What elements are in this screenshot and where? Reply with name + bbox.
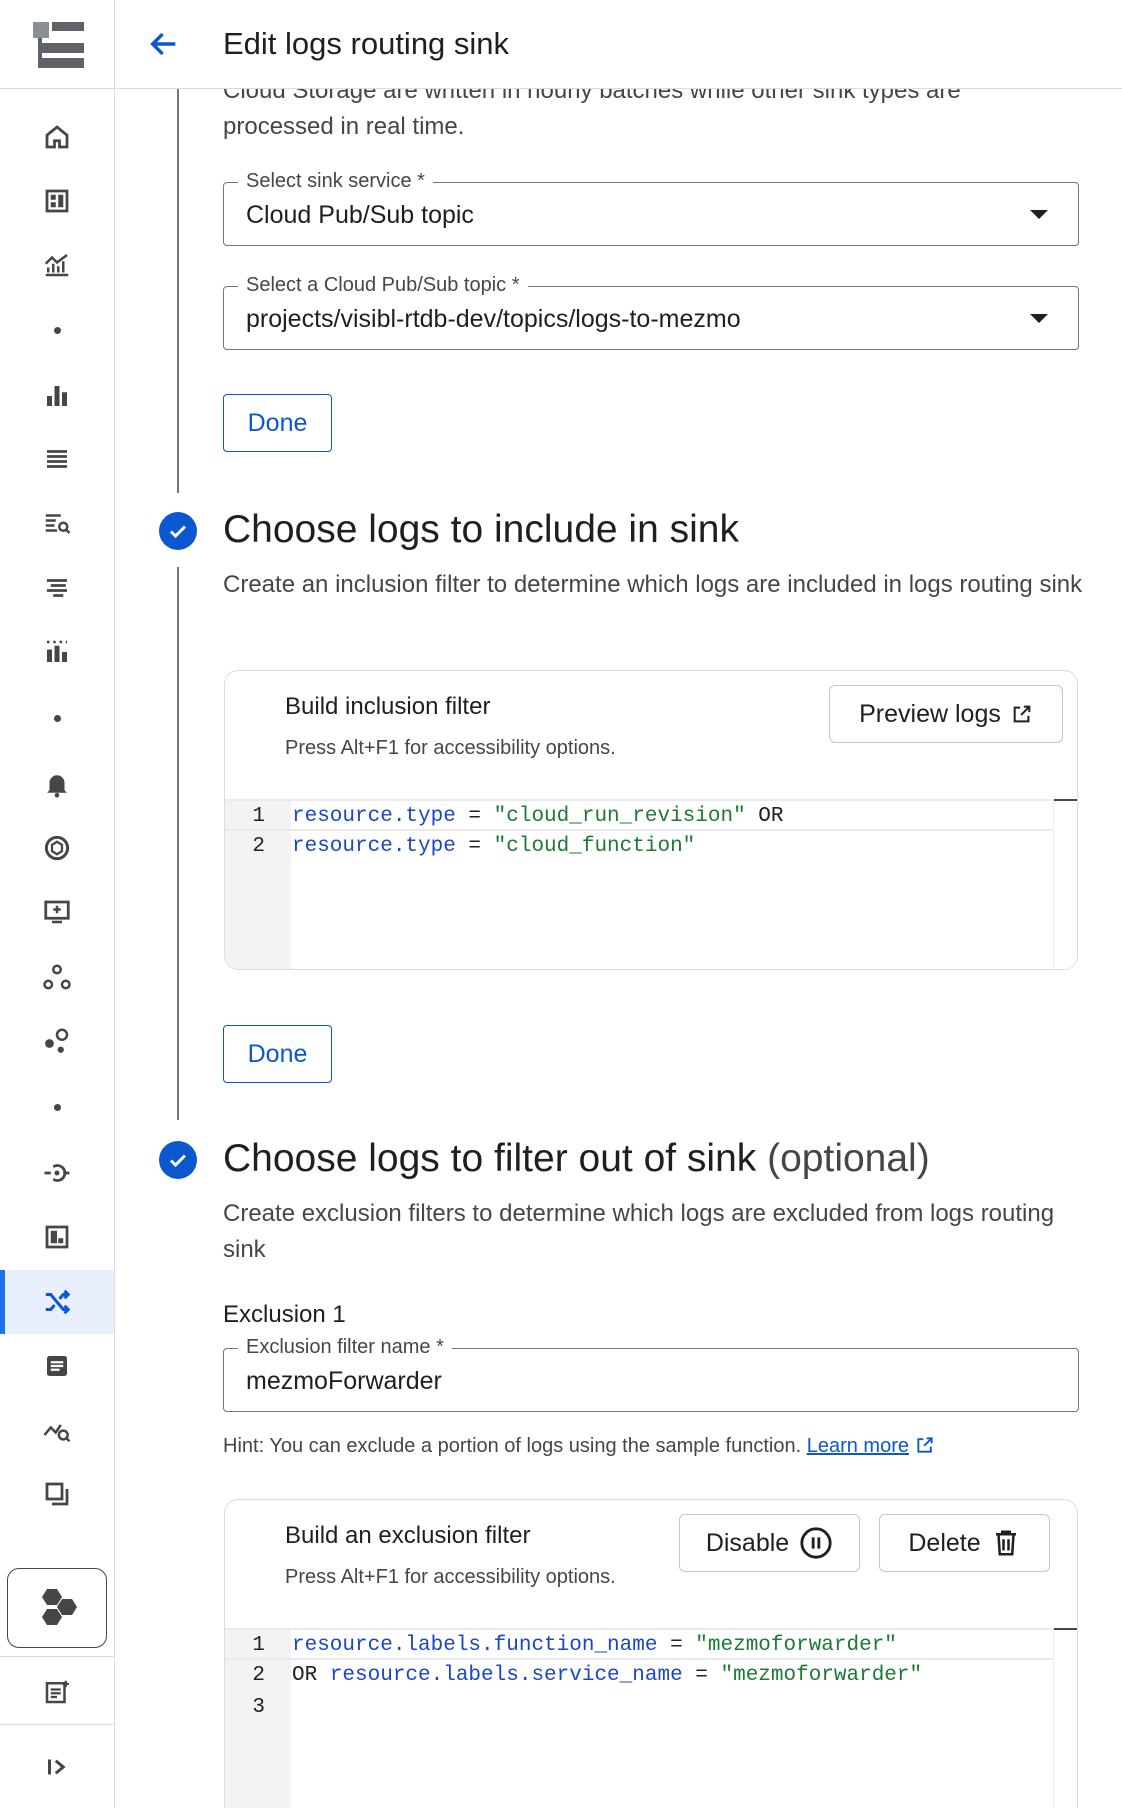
monitor-icon[interactable]	[0, 880, 114, 944]
nodes-icon[interactable]	[0, 945, 114, 1009]
logs-list-icon[interactable]	[0, 427, 114, 491]
pubsub-topic-select[interactable]: Select a Cloud Pub/Sub topic * projects/…	[223, 273, 1079, 350]
open-in-new-icon[interactable]	[915, 1435, 935, 1455]
log-router-icon[interactable]	[0, 1270, 114, 1334]
rail-divider	[0, 1724, 115, 1725]
step-complete-check-icon	[159, 1141, 197, 1179]
product-menu-icon[interactable]	[0, 0, 115, 89]
exclusion-name-field[interactable]: Exclusion filter name * mezmoForwarder	[223, 1335, 1079, 1412]
exclusion-hint: Hint: You can exclude a portion of logs …	[223, 1435, 935, 1458]
sink-service-select[interactable]: Select sink service * Cloud Pub/Sub topi…	[223, 169, 1079, 246]
analytics-icon[interactable]	[0, 1398, 114, 1462]
code-line: 3	[252, 1696, 265, 1719]
open-in-new-icon	[1013, 705, 1031, 723]
trash-icon	[995, 1530, 1016, 1556]
exclusion-name-label: Exclusion filter name *	[238, 1335, 452, 1359]
preview-logs-button[interactable]: Preview logs	[829, 685, 1063, 743]
metrics-icon[interactable]	[0, 233, 114, 297]
code-line: 2 OR resource.labels.service_name = "mez…	[252, 1664, 923, 1687]
api-icon[interactable]	[0, 1141, 114, 1205]
inclusion-done-button[interactable]: Done	[223, 1025, 332, 1083]
code-line: 1 resource.labels.function_name = "mezmo…	[225, 1628, 1077, 1660]
code-line: 2 resource.type = "cloud_function"	[252, 835, 696, 858]
delete-label: Delete	[908, 1528, 981, 1557]
expand-icon[interactable]	[0, 1735, 114, 1799]
exclusion-name-value: mezmoForwarder	[246, 1367, 442, 1395]
copy-icon[interactable]	[0, 1462, 114, 1526]
learn-more-link[interactable]: Learn more	[807, 1435, 909, 1457]
sink-service-value: Cloud Pub/Sub topic	[246, 201, 474, 229]
graph-icon[interactable]	[0, 1009, 114, 1073]
inclusion-code-editor[interactable]: 1 resource.type = "cloud_run_revision" O…	[225, 799, 1077, 969]
separator-dot	[54, 327, 61, 334]
page-title: Edit logs routing sink	[223, 26, 510, 61]
exclusion-section-label: Exclusion 1	[223, 1301, 346, 1328]
sink-destination-description: Cloud Storage are written in hourly batc…	[223, 89, 961, 140]
inclusion-step-title: Choose logs to include in sink	[223, 508, 739, 551]
delete-filter-button[interactable]: Delete	[879, 1514, 1050, 1572]
page-header: Edit logs routing sink	[116, 0, 1122, 89]
dropdown-arrow-icon	[1030, 314, 1048, 323]
optional-tag: (optional)	[767, 1137, 930, 1180]
editor-scrollbar[interactable]	[1053, 1628, 1077, 1808]
destination-done-button[interactable]: Done	[223, 394, 332, 452]
exclusion-filter-title: Build an exclusion filter	[285, 1522, 531, 1549]
grid-chart-icon[interactable]	[0, 620, 114, 684]
exclusion-code-editor[interactable]: 1 resource.labels.function_name = "mezmo…	[225, 1628, 1077, 1808]
pubsub-topic-value: projects/visibl-rtdb-dev/topics/logs-to-…	[246, 305, 741, 333]
security-icon[interactable]	[0, 816, 114, 880]
log-search-icon[interactable]	[0, 491, 114, 555]
separator-dot	[54, 715, 61, 722]
accessibility-hint: Press Alt+F1 for accessibility options.	[285, 1566, 616, 1588]
sink-service-label: Select sink service *	[238, 169, 433, 193]
exclusion-step-title: Choose logs to filter out of sink (optio…	[223, 1137, 930, 1180]
editor-scrollbar[interactable]	[1053, 799, 1077, 969]
step-connector	[177, 567, 179, 1120]
pubsub-topic-label: Select a Cloud Pub/Sub topic *	[238, 273, 528, 297]
code-line: 1 resource.type = "cloud_run_revision" O…	[225, 799, 1077, 831]
disable-filter-button[interactable]: Disable	[679, 1514, 860, 1572]
left-nav-rail	[0, 0, 115, 1808]
inclusion-step-description: Create an inclusion filter to determine …	[223, 571, 1083, 598]
document-icon[interactable]	[0, 1334, 114, 1398]
back-arrow-icon[interactable]	[140, 20, 188, 68]
inclusion-filter-title: Build inclusion filter	[285, 693, 491, 720]
separator-dot	[54, 1104, 61, 1111]
home-icon[interactable]	[0, 105, 114, 169]
bell-icon[interactable]	[0, 752, 114, 816]
hex-cluster-icon[interactable]	[7, 1568, 107, 1648]
dashboard-icon[interactable]	[0, 169, 114, 233]
step-complete-check-icon	[159, 512, 197, 550]
sink-editor: Cloud Storage are written in hourly batc…	[116, 89, 1122, 1808]
preview-logs-label: Preview logs	[859, 699, 1001, 728]
filter-lines-icon[interactable]	[0, 556, 114, 620]
disable-label: Disable	[705, 1528, 790, 1557]
charts-icon[interactable]	[0, 364, 114, 428]
exclusion-step-description: Create exclusion filters to determine wh…	[223, 1200, 1055, 1263]
exclusion-filter-card: Build an exclusion filter Press Alt+F1 f…	[224, 1499, 1078, 1808]
rail-divider	[0, 1656, 115, 1657]
dropdown-arrow-icon	[1030, 210, 1048, 219]
accessibility-hint: Press Alt+F1 for accessibility options.	[285, 737, 616, 759]
inclusion-filter-card: Build inclusion filter Press Alt+F1 for …	[224, 670, 1078, 970]
panel-icon[interactable]	[0, 1205, 114, 1269]
step-connector	[177, 89, 179, 493]
notes-icon[interactable]	[0, 1660, 114, 1724]
pause-icon	[800, 1527, 832, 1559]
